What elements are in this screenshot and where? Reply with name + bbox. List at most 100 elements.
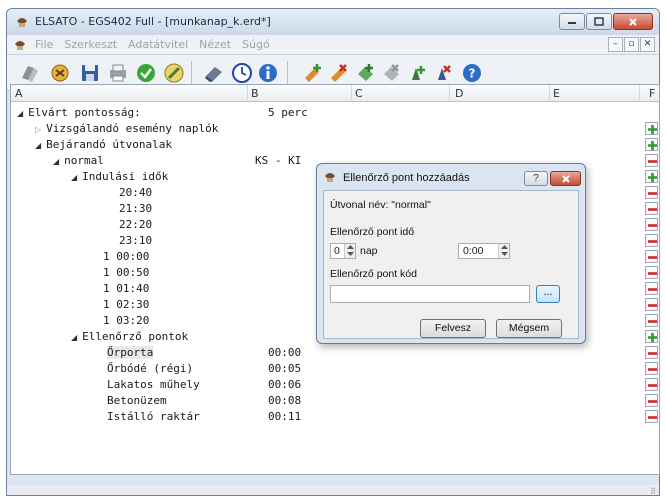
tree-row[interactable]: Őrporta 00:00: [11, 345, 659, 361]
tree-row-cell: 22:20: [119, 218, 152, 231]
tree-row-cell: 1 00:50: [103, 266, 149, 279]
tree-row-label: Bejárandó útvonalak: [46, 138, 172, 151]
open-icon[interactable]: [19, 62, 41, 84]
toolbar-separator: [287, 61, 288, 85]
collapse-arrow-icon[interactable]: ◢: [35, 141, 41, 150]
column-header-d[interactable]: D: [455, 87, 463, 100]
tree-row-cell: Őrbódé (régi): [107, 362, 193, 375]
add-route-icon[interactable]: [355, 62, 377, 84]
mdi-close-button[interactable]: ✕: [640, 37, 655, 52]
app-icon: [17, 18, 27, 27]
tools-icon[interactable]: [163, 62, 185, 84]
tree-row-label: Indulási idők: [82, 170, 169, 183]
menu-item-3[interactable]: Nézet: [199, 38, 231, 51]
minimize-button[interactable]: [559, 13, 585, 30]
tree-row-cell: ◢ Bejárandó útvonalak: [35, 138, 172, 151]
expand-arrow-icon[interactable]: ▷: [35, 125, 41, 134]
dialog-close-button[interactable]: [550, 171, 581, 186]
print-icon[interactable]: [107, 62, 129, 84]
tree-row-cell: 1 03:20: [103, 314, 149, 327]
tree-row-value: 00:11: [268, 410, 302, 423]
column-header-c[interactable]: C: [355, 87, 363, 100]
tree-row-label: 1 03:20: [103, 314, 150, 327]
column-header-f[interactable]: F: [649, 87, 655, 100]
dialog-app-icon: [325, 173, 335, 182]
time-stepper-arrows[interactable]: [498, 244, 509, 258]
tree-row-cell: 1 00:00: [103, 250, 149, 263]
collapse-arrow-icon[interactable]: ◢: [71, 173, 77, 182]
tree-row-label: 22:20: [119, 218, 153, 231]
add-point-icon[interactable]: [407, 62, 429, 84]
cancel-button[interactable]: Mégsem: [496, 319, 562, 338]
collapse-arrow-icon[interactable]: ◢: [71, 333, 77, 342]
browse-button[interactable]: ...: [536, 285, 560, 303]
window-title: ELSATO - EGS402 Full - [munkanap_k.erd*]: [35, 15, 271, 28]
dialog-title: Ellenőrző pont hozzáadás: [343, 172, 470, 184]
tree-row[interactable]: Lakatos műhely 00:06: [11, 377, 659, 393]
checkpoint-code-label: Ellenőrző pont kód: [330, 268, 417, 280]
day-unit-label: nap: [360, 245, 378, 257]
title-bar: ELSATO - EGS402 Full - [munkanap_k.erd*]: [7, 9, 659, 35]
tree-row-label: Ellenőrző pontok: [82, 330, 189, 343]
remove-route-icon[interactable]: [381, 62, 403, 84]
tree-row-label: 23:10: [119, 234, 153, 247]
tree-row[interactable]: Őrbódé (régi) 00:05: [11, 361, 659, 377]
tree-row-label: 21:30: [119, 202, 153, 215]
dialog-help-button[interactable]: ?: [524, 171, 548, 186]
column-header-a[interactable]: A: [15, 87, 23, 100]
maximize-button[interactable]: [586, 13, 612, 30]
minimize-icon: [568, 21, 576, 24]
ok-icon[interactable]: [135, 62, 157, 84]
clock-icon[interactable]: [231, 62, 253, 84]
tree-row-label: Őrporta: [107, 346, 154, 359]
tree-row-cell: ◢ Indulási idők: [71, 170, 168, 183]
add-button[interactable]: Felvesz: [420, 319, 486, 338]
tree-row[interactable]: ◢ Bejárandó útvonalak: [11, 137, 659, 153]
tree-row-cell: Lakatos műhely: [107, 378, 200, 391]
tree-row[interactable]: ▷ Vizsgálandó esemény naplók: [11, 121, 659, 137]
day-stepper[interactable]: 0: [330, 243, 356, 259]
tree-row-cell: 1 01:40: [103, 282, 149, 295]
collapse-arrow-icon[interactable]: ◢: [17, 109, 23, 118]
mdi-minimize-button[interactable]: –: [608, 37, 623, 52]
tree-row-value: 00:00: [268, 346, 302, 359]
checkpoint-code-input[interactable]: [330, 285, 530, 303]
day-value: 0: [334, 245, 340, 257]
menu-item-4[interactable]: Súgó: [242, 38, 270, 51]
column-header-e[interactable]: E: [553, 87, 560, 100]
mdi-restore-button[interactable]: ▫: [624, 37, 639, 52]
tree-row[interactable]: Istálló raktár 00:11: [11, 409, 659, 425]
resize-grip-icon[interactable]: ⠿: [650, 487, 656, 495]
tree-row-cell: 20:40: [119, 186, 152, 199]
dialog-body: Útvonal név: "normal" Ellenőrző pont idő…: [323, 190, 579, 339]
mdi-controls: – ▫ ✕: [607, 37, 655, 52]
day-stepper-arrows[interactable]: [344, 244, 355, 258]
settings-icon[interactable]: [49, 62, 71, 84]
collapse-arrow-icon[interactable]: ◢: [53, 157, 59, 166]
remove-event-icon[interactable]: [329, 62, 351, 84]
save-icon[interactable]: [79, 62, 101, 84]
menu-items: File Szerkeszt Adatátvitel Nézet Súgó: [35, 38, 281, 51]
chevron-up-icon: [501, 245, 508, 249]
menu-item-0[interactable]: File: [35, 38, 53, 51]
tree-row-label: 1 01:40: [103, 282, 150, 295]
time-stepper[interactable]: 0:00: [458, 243, 510, 259]
tree-row-cell: ◢ Elvárt pontosság:: [17, 106, 141, 119]
close-icon: [629, 17, 637, 26]
info-icon[interactable]: [257, 62, 279, 84]
remove-point-icon[interactable]: [433, 62, 455, 84]
tree-row[interactable]: Betonüzem 00:08: [11, 393, 659, 409]
tree-row-label: 20:40: [119, 186, 153, 199]
tree-row[interactable]: ◢ Elvárt pontosság: 5 perc: [11, 105, 659, 121]
close-button[interactable]: [613, 13, 653, 30]
add-event-icon[interactable]: [303, 62, 325, 84]
menu-item-2[interactable]: Adatátvitel: [128, 38, 188, 51]
tree-row-label: Istálló raktár: [107, 410, 200, 423]
menu-item-1[interactable]: Szerkeszt: [64, 38, 117, 51]
chevron-up-icon: [347, 245, 354, 249]
tree-row-cell: 21:30: [119, 202, 152, 215]
erase-icon[interactable]: [203, 62, 225, 84]
column-header-b[interactable]: B: [251, 87, 259, 100]
status-bar: ⠿: [7, 485, 659, 495]
help-icon[interactable]: ?: [461, 62, 483, 84]
